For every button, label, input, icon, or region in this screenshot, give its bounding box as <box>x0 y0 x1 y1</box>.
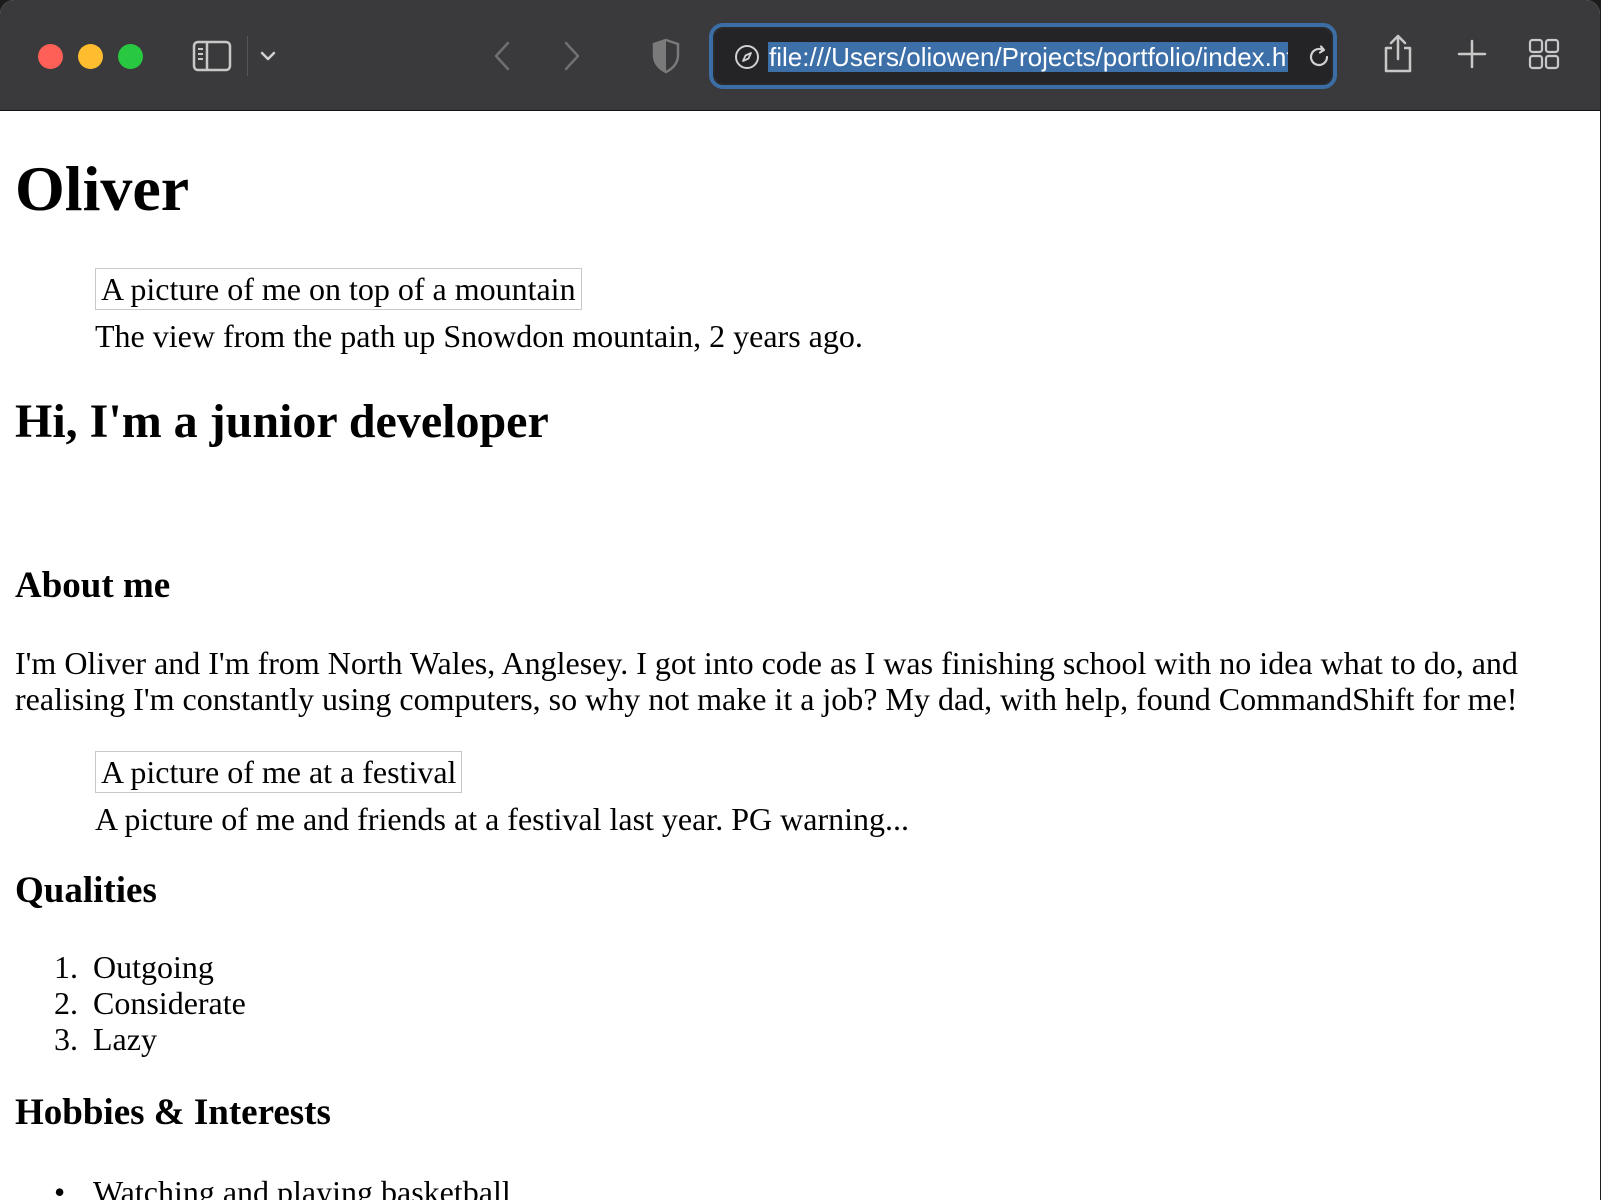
sidebar-icon[interactable] <box>190 36 234 76</box>
plus-icon[interactable] <box>1452 34 1492 74</box>
share-icon[interactable] <box>1378 32 1418 76</box>
hobbies-heading: Hobbies & Interests <box>15 1092 331 1133</box>
forward-arrow-icon[interactable] <box>554 36 590 76</box>
list-item-text: Outgoing <box>93 949 214 985</box>
about-heading: About me <box>15 565 171 606</box>
minimize-window-button[interactable] <box>78 44 103 69</box>
list-number: 3. <box>54 1021 78 1057</box>
maximize-window-button[interactable] <box>118 44 143 69</box>
mountain-image-alt-text: A picture of me on top of a mountain <box>95 268 582 310</box>
list-item-text: Lazy <box>93 1021 157 1057</box>
hobbies-list: • Watching and playing basketball <box>54 1174 511 1200</box>
reload-icon[interactable] <box>1306 44 1332 70</box>
back-arrow-icon[interactable] <box>484 36 520 76</box>
list-bullet: • <box>54 1174 66 1200</box>
page-content: Oliver A picture of me on top of a mount… <box>0 111 1600 1200</box>
page-title: Oliver <box>15 153 190 224</box>
about-paragraph: I'm Oliver and I'm from North Wales, Ang… <box>15 645 1518 717</box>
list-item-text: Considerate <box>93 985 246 1021</box>
mountain-image-caption: The view from the path up Snowdon mounta… <box>95 318 863 354</box>
list-item: 1. Outgoing <box>54 949 246 985</box>
compass-icon <box>734 44 760 70</box>
shield-icon[interactable] <box>648 34 684 78</box>
browser-window: file:///Users/oliowen/Projects/portfolio… <box>0 0 1600 1200</box>
list-number: 1. <box>54 949 78 985</box>
qualities-heading: Qualities <box>15 870 157 911</box>
toolbar-divider <box>247 36 248 76</box>
list-item: • Watching and playing basketball <box>54 1174 511 1200</box>
url-text[interactable]: file:///Users/oliowen/Projects/portfolio… <box>768 40 1288 74</box>
qualities-list: 1. Outgoing 2. Considerate 3. Lazy <box>54 949 246 1057</box>
browser-toolbar: file:///Users/oliowen/Projects/portfolio… <box>0 0 1600 111</box>
address-bar[interactable]: file:///Users/oliowen/Projects/portfolio… <box>709 23 1337 89</box>
close-window-button[interactable] <box>38 44 63 69</box>
address-bar-field[interactable]: file:///Users/oliowen/Projects/portfolio… <box>715 29 1331 83</box>
list-item: 3. Lazy <box>54 1021 246 1057</box>
list-item-text: Watching and playing basketball <box>93 1174 511 1200</box>
tagline-heading: Hi, I'm a junior developer <box>15 395 549 448</box>
list-item: 2. Considerate <box>54 985 246 1021</box>
festival-image-caption: A picture of me and friends at a festiva… <box>95 801 909 837</box>
list-number: 2. <box>54 985 78 1021</box>
festival-image-alt-text: A picture of me at a festival <box>95 751 463 793</box>
url-selected-text[interactable]: file:///Users/oliowen/Projects/portfolio… <box>768 42 1288 72</box>
tab-grid-icon[interactable] <box>1526 36 1562 72</box>
chevron-down-icon[interactable] <box>256 44 280 68</box>
